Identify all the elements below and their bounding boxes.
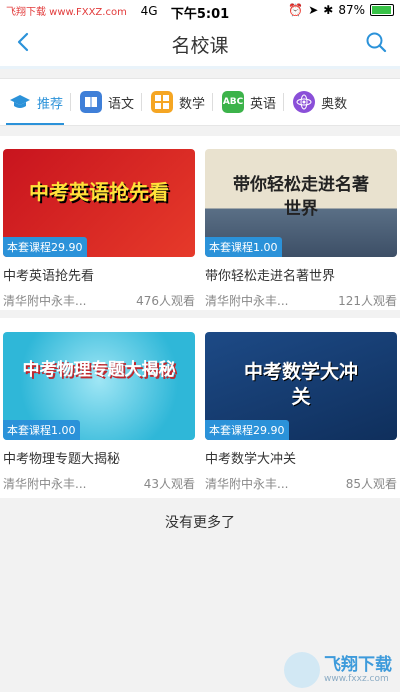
course-price-badge: 本套课程1.00 (205, 237, 282, 257)
cap-icon (9, 91, 31, 113)
course-thumbnail-text: 中考数学大冲关 (243, 361, 358, 408)
course-price-badge: 本套课程29.90 (205, 420, 289, 440)
tab-olympiad[interactable]: 奥数 (284, 79, 354, 125)
course-section: 中考物理专题大揭秘 本套课程1.00 中考物理专题大揭秘 清华附中永丰... 4… (0, 318, 400, 498)
course-card[interactable]: 带你轻松走进名著世界 本套课程1.00 带你轻松走进名著世界 清华附中永丰...… (205, 149, 397, 309)
atom-icon (293, 91, 316, 113)
alarm-icon: ⏰ (288, 3, 304, 17)
course-teacher: 清华附中永丰... (205, 477, 289, 491)
course-thumbnail[interactable]: 带你轻松走进名著世界 本套课程1.00 (205, 149, 397, 257)
bluetooth-icon: ✱ (323, 3, 334, 17)
tab-olympiad-label: 奥数 (321, 96, 348, 112)
course-section: 中考英语抢先看 本套课程29.90 中考英语抢先看 清华附中永丰... 476人… (0, 136, 400, 310)
app-header: 名校课 (0, 20, 400, 69)
watermark-brand: 飞翔下载 (324, 655, 392, 675)
search-icon[interactable] (364, 30, 388, 54)
course-title: 中考数学大冲关 (205, 452, 297, 467)
course-views: 476人观看 (136, 294, 195, 308)
tab-math-label: 数学 (179, 96, 206, 112)
course-title: 中考英语抢先看 (3, 269, 95, 284)
course-teacher: 清华附中永丰... (205, 294, 289, 308)
watermark-logo: 飞翔下载 www.fxxz.com (284, 652, 392, 688)
tab-chinese-label: 语文 (108, 96, 135, 112)
battery-percent: 87% (338, 3, 365, 17)
watermark-url: www.fxxz.com (324, 674, 389, 684)
course-thumbnail[interactable]: 中考物理专题大揭秘 本套课程1.00 (3, 332, 195, 440)
book-icon (80, 91, 103, 113)
tab-recommend[interactable]: 推荐 (0, 79, 70, 125)
watermark-emblem-icon (284, 652, 320, 688)
course-price-badge: 本套课程1.00 (3, 420, 80, 440)
course-title: 带你轻松走进名著世界 (205, 269, 336, 284)
course-card[interactable]: 中考英语抢先看 本套课程29.90 中考英语抢先看 清华附中永丰... 476人… (3, 149, 195, 309)
course-thumbnail-text: 中考英语抢先看 (29, 180, 169, 204)
tab-english-label: 英语 (250, 96, 277, 112)
battery-icon (370, 4, 394, 16)
course-views: 43人观看 (143, 477, 195, 491)
status-bar: 飞翔下载 www.FXXZ.com 4G 下午5:01 ⏰ ➤ ✱ 87% (0, 0, 400, 22)
math-icon (151, 91, 174, 113)
tab-english[interactable]: ABC 英语 (213, 79, 283, 125)
course-title: 中考物理专题大揭秘 (3, 452, 121, 467)
course-teacher: 清华附中永丰... (3, 294, 87, 308)
page-title: 名校课 (171, 35, 229, 57)
course-views: 85人观看 (345, 477, 397, 491)
course-card[interactable]: 中考物理专题大揭秘 本套课程1.00 中考物理专题大揭秘 清华附中永丰... 4… (3, 332, 195, 492)
category-tabs: 推荐 语文 数学 ABC 英语 奥数 (0, 78, 400, 126)
course-thumbnail[interactable]: 中考数学大冲关 本套课程29.90 (205, 332, 397, 440)
course-thumbnail-text: 带你轻松走进名著世界 (233, 175, 369, 219)
abc-icon: ABC (222, 91, 245, 113)
course-thumbnail-text: 中考物理专题大揭秘 (22, 360, 176, 380)
course-card[interactable]: 中考数学大冲关 本套课程29.90 中考数学大冲关 清华附中永丰... 85人观… (205, 332, 397, 492)
tab-chinese[interactable]: 语文 (71, 79, 141, 125)
course-thumbnail[interactable]: 中考英语抢先看 本套课程29.90 (3, 149, 195, 257)
location-icon: ➤ (308, 3, 319, 17)
tab-recommend-label: 推荐 (37, 96, 64, 112)
no-more-label: 没有更多了 (165, 515, 235, 531)
course-teacher: 清华附中永丰... (3, 477, 87, 491)
course-views: 121人观看 (338, 294, 397, 308)
tab-math[interactable]: 数学 (142, 79, 212, 125)
course-price-badge: 本套课程29.90 (3, 237, 87, 257)
